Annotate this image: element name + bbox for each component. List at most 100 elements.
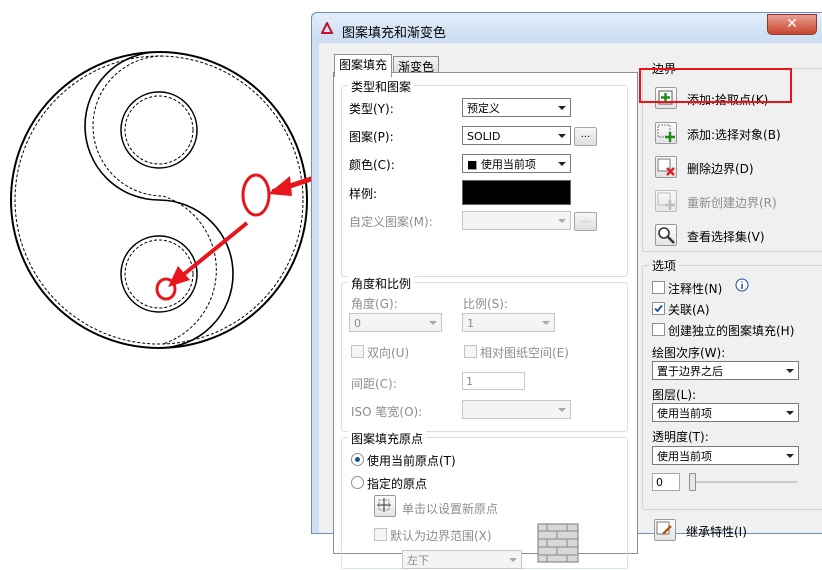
arrow-head-2 [168,266,190,287]
scale-select[interactable]: 1 [462,313,555,332]
draw-order-select[interactable]: 置于边界之后 [652,361,799,380]
chevron-down-icon [558,408,566,412]
annotative-checkbox[interactable] [652,281,665,294]
spacing-input[interactable]: 1 [462,372,525,390]
iso-pen-select[interactable] [462,400,571,419]
view-selections-label[interactable]: 查看选择集(V) [687,228,765,245]
inherit-brush-icon [656,521,672,535]
relative-paper-checkbox[interactable] [464,345,477,358]
view-selections-button[interactable] [655,224,677,246]
angle-select[interactable]: 0 [349,313,442,332]
chevron-down-icon [558,106,566,110]
draw-order-value: 置于边界之后 [657,365,723,378]
transparency-slider-thumb[interactable] [689,473,696,491]
type-label: 类型(Y): [349,102,394,116]
origin-group: 图案填充原点 使用当前原点(T) 指定的原点 单击以设置新原点 默认为边界范围(… [341,430,628,569]
close-button[interactable]: ✕ [767,14,817,35]
default-extent-label: 默认为边界范围(X) [390,529,492,543]
specified-origin-label: 指定的原点 [367,477,428,491]
associative-label: 关联(A) [668,303,710,317]
inherit-properties-label[interactable]: 继承特性(I) [686,523,747,540]
remove-boundaries-button[interactable] [655,156,677,178]
custom-pattern-browse-button[interactable]: ... [574,212,597,231]
click-set-origin-label: 单击以设置新原点 [402,502,499,516]
s-curve [84,51,234,349]
chevron-down-icon [786,369,794,373]
transparency-select[interactable]: 使用当前项 [652,446,799,465]
transparency-value: 使用当前项 [657,450,712,463]
double-label: 双向(U) [367,346,410,360]
pattern-browse-button[interactable]: ... [574,127,597,146]
upper-small-circle [120,91,198,169]
layer-value: 使用当前项 [657,407,712,420]
transparency-label: 透明度(T): [652,430,709,444]
add-select-objects-button[interactable] [655,122,677,144]
brick-pattern-preview [537,523,579,563]
annotative-label: 注释性(N) [668,282,723,296]
origin-position-value: 左下 [407,554,429,567]
draw-order-label: 绘图次序(W): [652,346,726,360]
custom-pattern-label: 自定义图案(M): [349,215,433,229]
custom-pattern-select[interactable] [462,211,571,230]
crosshair-pick-icon [377,498,391,512]
info-icon[interactable] [735,278,749,292]
recreate-boundary-label: 重新创建边界(R) [687,196,777,210]
use-current-origin-label: 使用当前原点(T) [367,454,456,468]
associative-checkbox[interactable] [652,302,665,315]
recreate-boundary-icon [657,192,675,210]
tab-hatch-label: 图案填充 [339,58,388,72]
options-group: 选项 注释性(N) 关联(A) 创建独立的图案填充(H) 绘图次序(W): 置于… [642,257,822,510]
swatch-preview[interactable] [462,180,571,205]
checkmark-icon [654,304,663,313]
magnifier-icon [658,227,675,244]
origin-title: 图案填充原点 [348,430,427,447]
pattern-select[interactable]: SOLID [462,126,571,145]
radio-dot [355,457,360,462]
inherit-properties-button[interactable] [654,519,676,541]
add-select-icon [657,124,675,142]
type-value: 预定义 [467,102,500,115]
hatch-dialog: 图案填充和渐变色 ✕ 图案填充 渐变色 类型和图案 类型(Y): 预定义 图案(… [311,12,822,569]
separate-hatches-label: 创建独立的图案填充(H) [668,324,795,338]
default-extent-checkbox[interactable] [374,528,387,541]
color-select[interactable]: ■ 使用当前项 [462,154,571,173]
autocad-app-icon [321,22,334,34]
arrow-head-1 [268,176,292,196]
ellipsis-label: ... [580,129,591,140]
double-checkbox[interactable] [351,345,364,358]
pattern-label: 图案(P): [349,130,394,144]
recreate-boundary-button[interactable] [655,190,677,212]
use-current-origin-radio[interactable] [351,453,364,466]
close-icon: ✕ [786,16,798,32]
swatch-label: 样例: [349,187,378,201]
chevron-down-icon [558,134,566,138]
spacing-label: 间距(C): [351,377,397,391]
upper-small-circle-dashed [124,95,194,165]
chevron-down-icon [558,219,566,223]
angle-value: 0 [354,317,361,330]
specified-origin-radio[interactable] [351,476,364,489]
chevron-down-icon [429,321,437,325]
pattern-value: SOLID [467,130,501,143]
dialog-client-area: 图案填充 渐变色 类型和图案 类型(Y): 预定义 图案(P): SOLID .… [319,43,822,569]
separate-hatches-checkbox[interactable] [652,323,665,336]
set-origin-button[interactable] [374,495,396,517]
hatch-tab-page: 类型和图案 类型(Y): 预定义 图案(P): SOLID ... 颜色(C):… [333,72,638,569]
remove-boundaries-label[interactable]: 删除边界(D) [687,160,754,177]
layer-label: 图层(L): [652,388,697,402]
scale-value: 1 [467,317,474,330]
origin-position-select[interactable]: 左下 [402,550,522,569]
chevron-down-icon [558,162,566,166]
type-pattern-title: 类型和图案 [348,78,415,95]
tab-hatch[interactable]: 图案填充 [334,54,393,77]
type-select[interactable]: 预定义 [462,98,571,117]
transparency-number-input[interactable]: 0 [652,473,680,491]
transparency-slider-track[interactable] [689,481,797,483]
layer-select[interactable]: 使用当前项 [652,403,799,422]
add-select-objects-label[interactable]: 添加:选择对象(B) [687,126,781,143]
chevron-down-icon [786,454,794,458]
pick-point-ellipse-large [241,173,271,217]
chevron-down-icon [509,558,517,562]
angle-scale-title: 角度和比例 [348,275,415,292]
color-label: 颜色(C): [349,158,395,172]
